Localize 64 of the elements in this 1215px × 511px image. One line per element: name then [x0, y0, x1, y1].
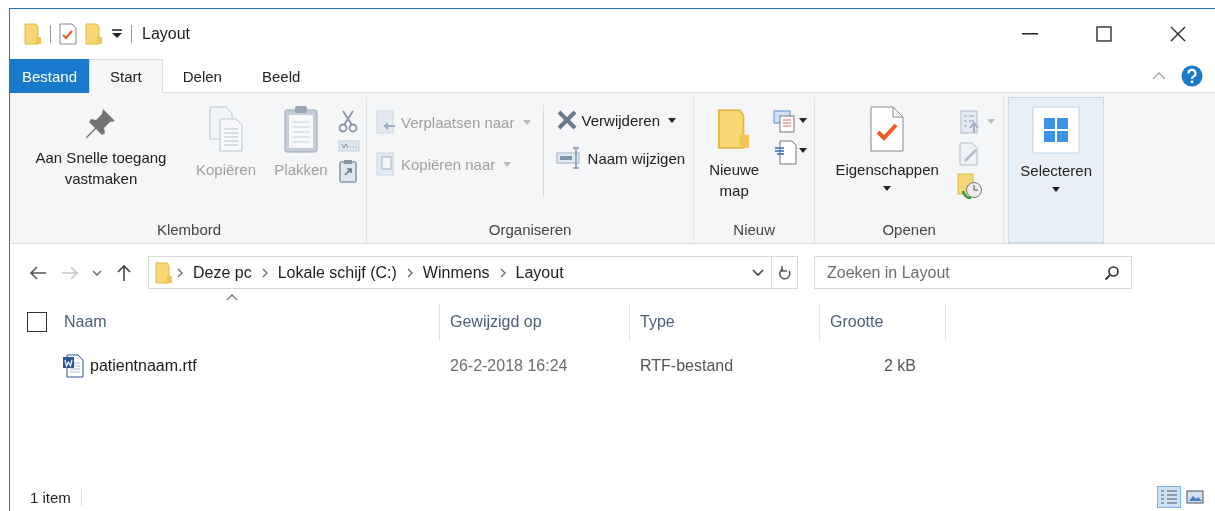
file-name[interactable]: patientnaam.rtf — [90, 357, 197, 375]
column-header[interactable]: Grootte — [820, 303, 946, 341]
group-label: Organiseren — [487, 220, 573, 240]
breadcrumb[interactable]: Lokale schijf (C:) — [271, 263, 403, 282]
dropdown-caret-icon — [883, 186, 892, 191]
properties-icon — [869, 105, 906, 153]
search-field[interactable]: Zoeken in Layout — [814, 256, 1132, 289]
folder-icon — [85, 23, 103, 45]
dropdown-caret-icon — [668, 117, 677, 123]
copy-to-icon — [375, 151, 397, 177]
back-arrow-icon[interactable] — [29, 265, 47, 280]
up-arrow-icon[interactable] — [117, 263, 131, 282]
customize-toolbar-icon[interactable] — [111, 29, 123, 39]
ribbon-button[interactable]: Eigenschappen — [821, 105, 954, 191]
dropdown-caret-icon — [522, 119, 531, 125]
table-cell-text: 2 kB — [883, 357, 917, 375]
easy-access-icon[interactable] — [772, 139, 809, 165]
column-header[interactable]: Gewijzigd op — [440, 303, 630, 341]
minimize-icon[interactable] — [1022, 33, 1038, 35]
history-icon[interactable] — [957, 173, 984, 199]
new-item-icon[interactable] — [772, 109, 809, 133]
breadcrumb[interactable]: Layout — [509, 263, 570, 282]
table-cell-text: RTF-bestand — [639, 357, 735, 375]
dropdown-caret-icon — [503, 161, 512, 167]
clipboard-icon — [283, 105, 319, 153]
search-icon — [1104, 265, 1120, 281]
paste-shortcut-icon[interactable] — [338, 159, 358, 183]
file-menu-tab[interactable]: Bestand — [10, 59, 90, 93]
select-all-checkbox[interactable] — [27, 312, 47, 332]
close-icon[interactable] — [1170, 26, 1186, 42]
sort-ascending-icon — [226, 294, 238, 301]
ribbon-button[interactable]: Nieuwe map — [700, 105, 769, 201]
ribbon-button[interactable]: Verwijderen — [553, 105, 688, 135]
group-label: Klembord — [155, 220, 223, 240]
window-title: Layout — [142, 25, 191, 43]
item-count: 1 item — [30, 488, 82, 506]
breadcrumb[interactable]: Deze pc — [187, 263, 258, 282]
chevron-down-icon[interactable] — [92, 269, 102, 276]
ribbon-tab[interactable]: Delen — [162, 59, 242, 93]
delete-icon — [555, 109, 578, 131]
folder-icon — [24, 23, 42, 45]
column-header[interactable]: Type — [630, 303, 820, 341]
ribbon-tab[interactable]: Beeld — [241, 59, 321, 93]
ribbon-button[interactable]: Aan Snelle toegang vastmaken — [18, 105, 184, 189]
table-cell-text: 26-2-2018 16:24 — [449, 357, 569, 375]
dropdown-caret-icon — [1052, 187, 1061, 192]
scissors-icon[interactable] — [338, 109, 358, 133]
column-header[interactable]: Naam — [10, 303, 440, 341]
move-to-icon — [375, 109, 397, 135]
ribbon-button[interactable]: Naam wijzigen — [553, 143, 688, 173]
chevron-down-icon[interactable] — [752, 268, 764, 277]
copy-icon — [206, 105, 246, 153]
maximize-icon[interactable] — [1096, 26, 1112, 42]
ribbon-tab[interactable]: Start — [89, 59, 163, 93]
folder-icon — [155, 261, 173, 284]
group-label: Openen — [881, 220, 937, 240]
refresh-icon[interactable] — [777, 264, 792, 281]
help-icon[interactable] — [1181, 64, 1203, 87]
word-document-icon — [62, 354, 84, 378]
properties-icon[interactable] — [59, 23, 77, 45]
address-bar[interactable]: Deze pc Lokale schijf (C:) Winmens Layout — [148, 256, 798, 289]
breadcrumb[interactable]: Winmens — [416, 263, 496, 282]
select-all-icon — [1032, 106, 1081, 154]
group-label: Nieuw — [732, 220, 776, 240]
